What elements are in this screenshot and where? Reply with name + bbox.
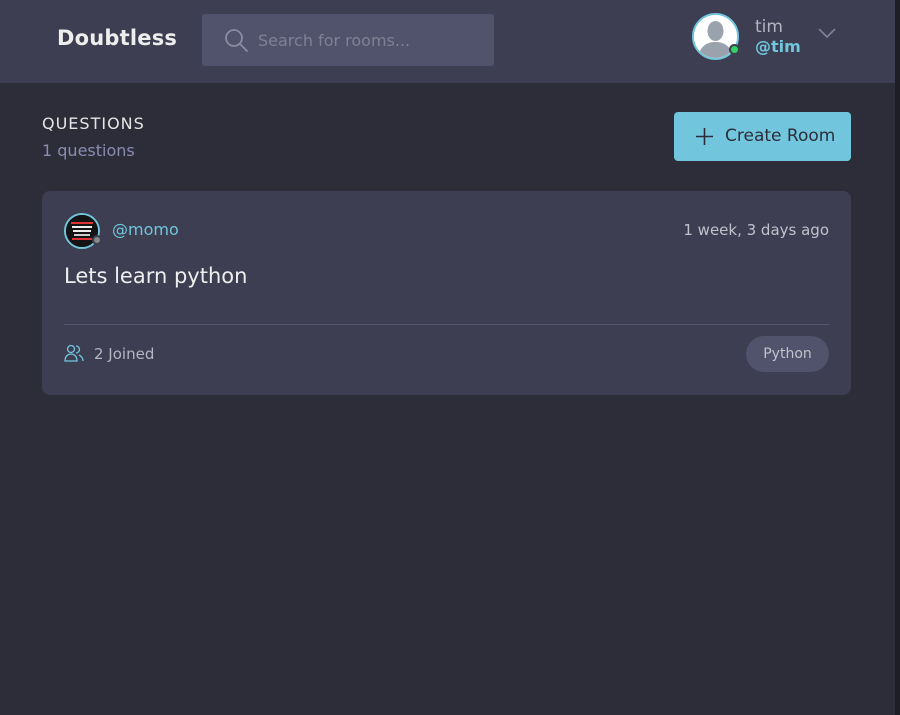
create-room-label: Create Room: [725, 126, 836, 146]
chevron-down-icon[interactable]: [818, 27, 836, 39]
scrollbar[interactable]: [895, 0, 900, 715]
host-avatar[interactable]: [64, 213, 102, 249]
search-bar: [202, 14, 494, 66]
avatar[interactable]: [692, 13, 740, 60]
page-title: QUESTIONS: [42, 114, 145, 133]
plus-icon: [696, 128, 713, 145]
logo[interactable]: Doubtless: [57, 26, 177, 50]
host-username[interactable]: @momo: [112, 220, 179, 239]
top-navbar: Doubtless tim @tim: [0, 0, 895, 83]
user-handle: @tim: [755, 37, 801, 56]
search-icon: [225, 29, 248, 52]
create-room-button[interactable]: Create Room: [674, 112, 851, 161]
user-name: tim: [755, 17, 783, 37]
offline-status-icon: [92, 235, 102, 245]
room-title[interactable]: Lets learn python: [64, 264, 247, 288]
user-menu[interactable]: tim @tim: [692, 13, 852, 61]
users-icon: [64, 344, 84, 362]
question-count: 1 questions: [42, 141, 135, 160]
topic-tag[interactable]: Python: [746, 336, 829, 372]
room-timestamp: 1 week, 3 days ago: [683, 221, 829, 239]
room-card[interactable]: @momo 1 week, 3 days ago Lets learn pyth…: [42, 191, 851, 395]
joined-count: 2 Joined: [94, 345, 155, 363]
search-input[interactable]: [258, 14, 483, 66]
divider: [64, 324, 829, 325]
online-status-icon: [729, 44, 740, 55]
